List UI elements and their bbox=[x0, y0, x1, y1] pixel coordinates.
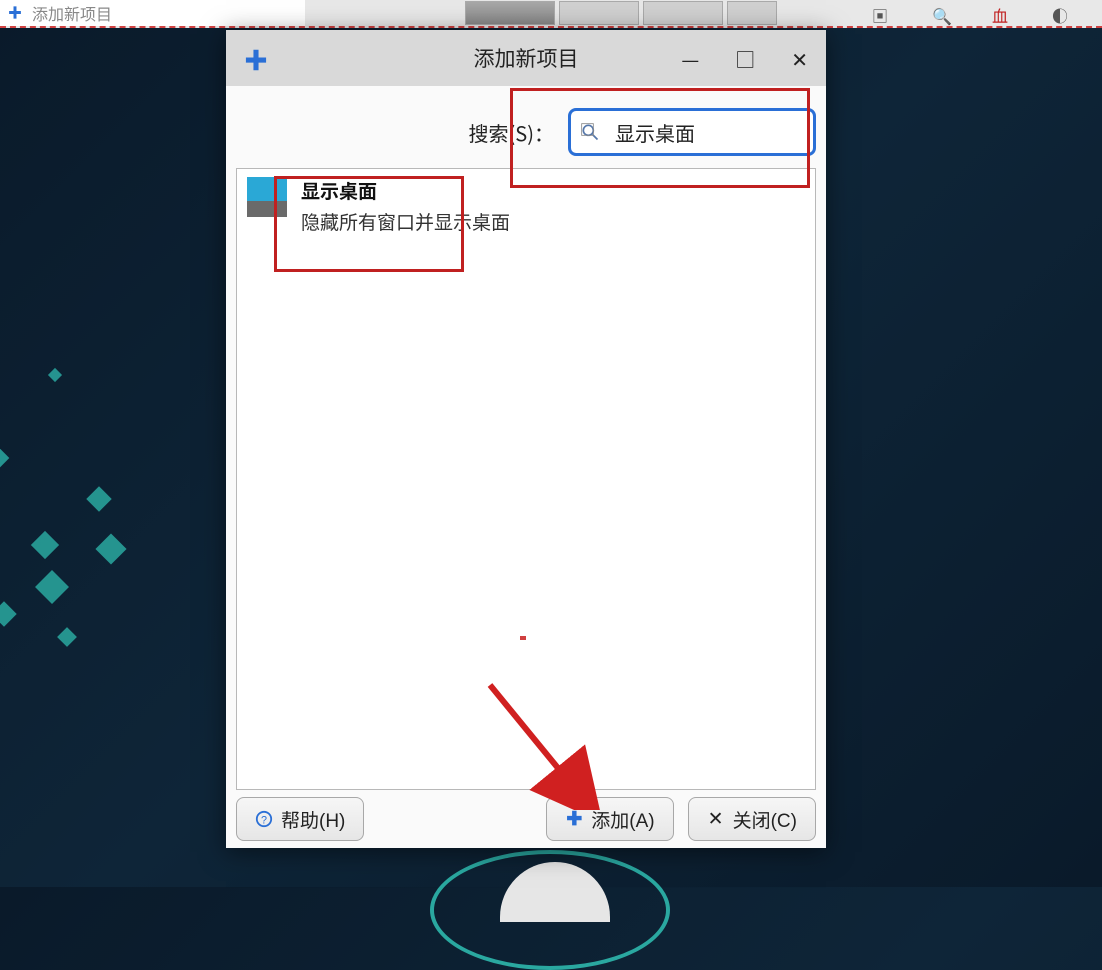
taskbar-center bbox=[305, 1, 872, 25]
show-desktop-icon bbox=[247, 177, 287, 217]
add-button-label: 添加(A) bbox=[591, 806, 654, 833]
item-title: 显示桌面 bbox=[301, 177, 510, 204]
close-button-label: 关闭(C) bbox=[733, 806, 797, 833]
close-icon: ✕ bbox=[707, 810, 725, 828]
plus-icon: ✚ bbox=[565, 810, 583, 828]
list-item[interactable]: 显示桌面 隐藏所有窗口并显示桌面 bbox=[237, 169, 815, 243]
item-description: 隐藏所有窗口并显示桌面 bbox=[301, 208, 510, 235]
search-icon bbox=[580, 122, 600, 142]
workspace-tile[interactable] bbox=[559, 1, 639, 25]
tray-icon[interactable]: ▣ bbox=[872, 3, 892, 23]
search-row: 搜索(S)： bbox=[226, 86, 826, 168]
results-list[interactable]: 显示桌面 隐藏所有窗口并显示桌面 bbox=[236, 168, 816, 790]
svg-text:?: ? bbox=[261, 815, 267, 827]
tray-icon[interactable]: 血 bbox=[992, 3, 1012, 23]
taskbar-window-button[interactable]: ✚ 添加新项目 bbox=[0, 0, 305, 26]
help-icon: ? bbox=[255, 810, 273, 828]
workspace-tile[interactable] bbox=[643, 1, 723, 25]
workspace-tile[interactable] bbox=[727, 1, 777, 25]
help-button[interactable]: ? 帮助(H) bbox=[236, 797, 364, 841]
maximize-button[interactable]: □ bbox=[735, 44, 755, 73]
minimize-button[interactable]: — bbox=[681, 44, 699, 73]
plus-icon: ✚ bbox=[244, 41, 268, 76]
search-label: 搜索(S)： bbox=[469, 118, 554, 147]
annotation-dot bbox=[520, 636, 526, 640]
plus-icon: ✚ bbox=[8, 3, 22, 23]
close-button[interactable]: ✕ 关闭(C) bbox=[688, 797, 816, 841]
search-input[interactable] bbox=[568, 108, 816, 156]
taskbar-window-title: 添加新项目 bbox=[32, 1, 112, 25]
close-window-button[interactable]: ✕ bbox=[791, 44, 808, 73]
workspace-tile[interactable] bbox=[465, 1, 555, 25]
dialog-titlebar[interactable]: ✚ 添加新项目 — □ ✕ bbox=[226, 30, 826, 86]
add-button[interactable]: ✚ 添加(A) bbox=[546, 797, 673, 841]
dialog-button-row: ? 帮助(H) ✚ 添加(A) ✕ 关闭(C) bbox=[226, 790, 826, 848]
add-item-dialog: ✚ 添加新项目 — □ ✕ 搜索(S)： 显示桌面 隐藏所有窗口 bbox=[226, 30, 826, 848]
help-button-label: 帮助(H) bbox=[281, 806, 345, 833]
tray-icon[interactable]: ◐ bbox=[1052, 3, 1072, 23]
tray-search-icon[interactable]: 🔍 bbox=[932, 3, 952, 23]
taskbar: ✚ 添加新项目 ▣ 🔍 血 ◐ bbox=[0, 0, 1102, 28]
system-tray: ▣ 🔍 血 ◐ bbox=[872, 3, 1102, 23]
